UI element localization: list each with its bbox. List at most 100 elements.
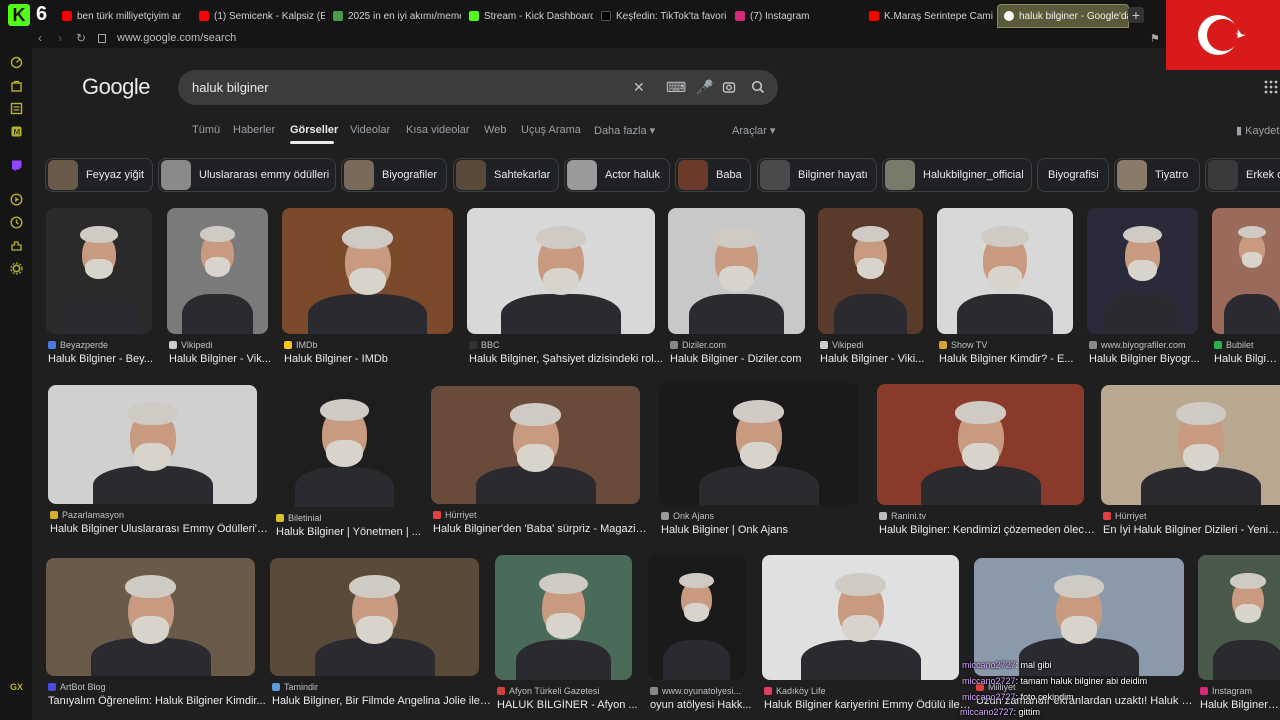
browser-tab[interactable]: (7) Instagram [729, 4, 861, 28]
result-title[interactable]: Haluk Bilginer Uluslararası Emmy Ödüller… [50, 523, 269, 535]
result-source[interactable]: Instagram [1200, 686, 1280, 696]
browser-tab[interactable]: 2025 in en iyi akımı/meme [327, 4, 461, 28]
tab-web[interactable]: Web [484, 124, 506, 136]
browser-tab[interactable]: Stream - Kick Dashboard [463, 4, 593, 28]
search-box[interactable]: haluk bilginer ✕ ⌨ 🎤 [178, 70, 778, 105]
gx-label[interactable]: GX [10, 682, 23, 692]
chip-baba[interactable]: Baba [675, 158, 751, 192]
browser-tab[interactable]: K.Maraş Serintepe Cami Y [863, 4, 995, 28]
result-title[interactable]: Haluk Bilginer kariyerini Emmy Ödülü ile… [764, 699, 971, 711]
result-title[interactable]: Haluk Bilginer | Yönetmen | ... [276, 526, 427, 538]
search-input[interactable]: haluk bilginer [192, 80, 269, 95]
result-title[interactable]: Haluk Bilginer: Kendimizi çözemeden ölec… [879, 524, 1096, 536]
player-icon[interactable] [10, 193, 23, 206]
result-thumbnail[interactable] [648, 555, 745, 680]
result-thumbnail[interactable] [1087, 208, 1198, 334]
result-title[interactable]: Tanıyalım Öğrenelim: Haluk Bilginer Kimd… [48, 695, 267, 707]
browser-tab-active[interactable]: haluk bilginer - Google'da [997, 4, 1129, 28]
apps-grid-icon[interactable] [1264, 80, 1278, 94]
result-title[interactable]: Haluk Bilginer, Bir Filmde Angelina Joli… [272, 695, 491, 707]
result-source[interactable]: Tamindir [272, 682, 481, 692]
result-thumbnail[interactable] [937, 208, 1073, 334]
back-icon[interactable]: ‹ [38, 31, 42, 45]
result-source[interactable]: Beyazperde [48, 340, 154, 350]
result-source[interactable]: Onk Ajans [661, 511, 860, 521]
keyboard-icon[interactable]: ⌨ [666, 79, 686, 96]
reload-icon[interactable]: ↻ [76, 31, 86, 45]
result-source[interactable]: Biletinial [276, 513, 417, 523]
result-thumbnail[interactable] [467, 208, 655, 334]
result-source[interactable]: ArtBot Blog [48, 682, 257, 692]
news-icon[interactable] [10, 102, 23, 115]
browser-tab[interactable]: ben türk milliyetçiyim ar [56, 4, 191, 28]
messenger-icon[interactable]: M [10, 125, 23, 138]
speed-dial-icon[interactable] [10, 56, 23, 69]
tab-more[interactable]: Daha fazla ▾ [594, 124, 655, 137]
google-logo[interactable]: Google [82, 74, 150, 100]
chip-tiyatro[interactable]: Tiyatro [1114, 158, 1200, 192]
result-thumbnail[interactable] [668, 208, 805, 334]
result-title[interactable]: Haluk Bilginer (#ha... [1200, 699, 1280, 711]
chip-biyografisi[interactable]: Biyografisi [1037, 158, 1109, 192]
settings-gear-icon[interactable] [10, 262, 23, 275]
result-thumbnail[interactable] [46, 558, 255, 676]
result-title[interactable]: Haluk Bilginer - Viki... [820, 353, 935, 365]
result-source[interactable]: www.biyografiler.com [1089, 340, 1200, 350]
result-thumbnail[interactable] [282, 208, 453, 334]
new-tab-button[interactable]: + [1128, 7, 1144, 23]
result-title[interactable]: Haluk Bilginer Kimdir? - E... [939, 353, 1085, 365]
clear-icon[interactable]: ✕ [633, 79, 645, 96]
result-source[interactable]: Vikipedi [820, 340, 925, 350]
chip-actor-haluk[interactable]: Actor haluk [564, 158, 670, 192]
result-source[interactable]: www.oyunatolyesi... [650, 686, 747, 696]
tab-videos[interactable]: Videolar [350, 124, 390, 136]
result-thumbnail[interactable] [46, 208, 152, 334]
result-source[interactable]: Ranini.tv [879, 511, 1086, 521]
lock-icon[interactable] [98, 34, 106, 43]
result-thumbnail[interactable] [1212, 208, 1280, 334]
shopping-bag-icon[interactable] [10, 79, 23, 92]
forward-icon[interactable]: › [58, 31, 62, 45]
tab-flights[interactable]: Uçuş Arama [521, 124, 581, 136]
result-title[interactable]: Haluk Bilginer - Bey... [48, 353, 164, 365]
result-source[interactable]: Bubilet [1214, 340, 1280, 350]
tab-short-videos[interactable]: Kısa videolar [406, 124, 470, 136]
result-thumbnail[interactable] [167, 208, 268, 334]
chip-bilginer-hayati[interactable]: Bilginer hayatı [757, 158, 877, 192]
result-title[interactable]: Haluk Bilginer'den 'Baba' sürpriz - Maga… [433, 523, 652, 535]
tab-images[interactable]: Görseller [290, 124, 338, 136]
chip-biyografiler[interactable]: Biyografiler [341, 158, 447, 192]
chip-sahtekarlar[interactable]: Sahtekarlar [453, 158, 559, 192]
chip-official[interactable]: Halukbilginer_official [882, 158, 1032, 192]
twitch-icon[interactable] [10, 159, 23, 172]
save-button[interactable]: ▮ Kaydet [1236, 124, 1279, 137]
result-title[interactable]: oyun atölyesi Hakk... [650, 699, 757, 711]
result-title[interactable]: Haluk Bilginer Biyogr... [1089, 353, 1210, 365]
chip-erkek[interactable]: Erkek o [1205, 158, 1280, 192]
tools-button[interactable]: Araçlar ▾ [732, 124, 775, 137]
result-title[interactable]: En İyi Haluk Bilginer Dizileri - Yeni Ve… [1103, 524, 1280, 536]
result-source[interactable]: Show TV [939, 340, 1075, 350]
result-title[interactable]: Haluk Bilginer [1214, 353, 1280, 365]
lens-icon[interactable] [722, 80, 736, 94]
result-source[interactable]: Hürriyet [433, 510, 642, 520]
result-title[interactable]: Haluk Bilginer - IMDb [284, 353, 465, 365]
tab-news[interactable]: Haberler [233, 124, 275, 136]
result-thumbnail[interactable] [48, 385, 257, 504]
result-source[interactable]: Afyon Türkeli Gazetesi [497, 686, 634, 696]
result-thumbnail[interactable] [974, 558, 1184, 676]
result-source[interactable]: IMDb [284, 340, 455, 350]
result-source[interactable]: Pazarlamasyon [50, 510, 259, 520]
history-icon[interactable] [10, 216, 23, 229]
result-thumbnail[interactable] [659, 383, 858, 505]
result-title[interactable]: Haluk Bilginer, Şahsiyet dizisindeki rol… [469, 353, 667, 365]
result-title[interactable]: HALUK BİLGİNER - Afyon ... [497, 699, 644, 711]
chip-feyyaz[interactable]: Feyyaz yiğit [45, 158, 153, 192]
result-thumbnail[interactable] [1101, 385, 1280, 505]
chip-emmy[interactable]: Uluslararası emmy ödülleri [158, 158, 336, 192]
result-title[interactable]: Haluk Bilginer - Diziler.com [670, 353, 817, 365]
browser-tab[interactable]: Keşfedin: TikTok'ta favori [595, 4, 727, 28]
extensions-icon[interactable] [10, 239, 23, 252]
url-field[interactable]: www.google.com/search [117, 32, 236, 44]
result-source[interactable]: Vikipedi [169, 340, 270, 350]
